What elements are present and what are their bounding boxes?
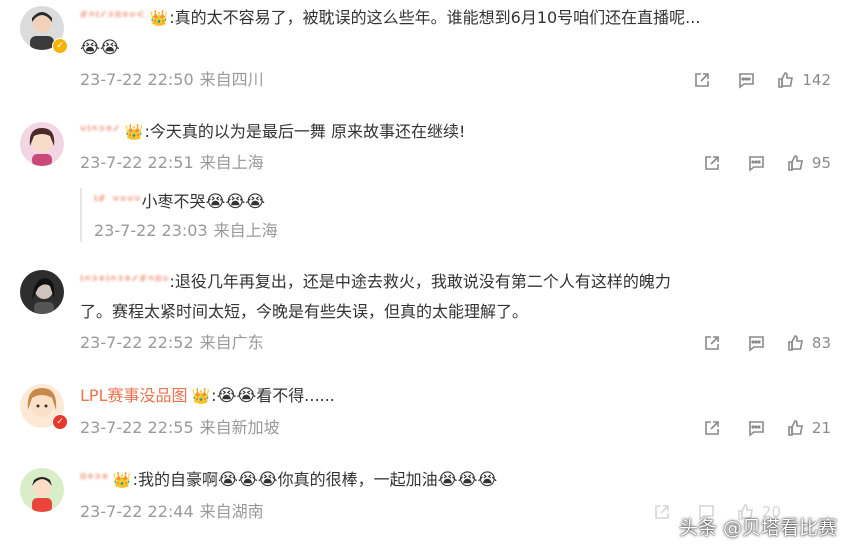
timestamp: 23-7-22 23:03 bbox=[94, 221, 208, 240]
comment-text: 你真的很棒，一起加油 bbox=[277, 470, 438, 489]
comment-text: 看不得...... bbox=[256, 386, 335, 405]
share-icon[interactable] bbox=[640, 500, 684, 524]
comment-text: :今天真的以为是最后一舞 原来故事还在继续! bbox=[144, 122, 466, 141]
like-icon bbox=[788, 420, 803, 436]
verified-icon: ✓ bbox=[52, 38, 68, 54]
reply-text: 小枣不哭 bbox=[141, 192, 206, 211]
like-count: 21 bbox=[811, 419, 831, 437]
comment-text: :我的自豪啊 bbox=[132, 470, 218, 489]
emoji: 😭😭😭 bbox=[205, 192, 266, 212]
username[interactable]: ᐦᐤᐣᐤ bbox=[80, 466, 109, 494]
comment-meta: 23-7-22 22:44 来自湖南 bbox=[80, 501, 270, 523]
watermark: 头条 @贝塔看比赛 bbox=[678, 517, 837, 539]
emoji: 😭😭😭 bbox=[218, 470, 278, 490]
comment-icon[interactable] bbox=[734, 331, 778, 355]
comment-meta: 23-7-22 22:50 来自四川 bbox=[80, 69, 270, 91]
timestamp: 23-7-22 22:52 bbox=[80, 333, 194, 352]
like-button[interactable]: 95 bbox=[778, 151, 831, 175]
emoji: 😭😭 bbox=[80, 38, 120, 58]
comment-actions: 83 bbox=[690, 331, 831, 355]
reply-meta: 23-7-22 23:03 来自上海 bbox=[94, 220, 284, 242]
timestamp: 23-7-22 22:55 bbox=[80, 418, 194, 437]
comment-icon[interactable] bbox=[734, 416, 778, 440]
like-count: 142 bbox=[802, 71, 831, 89]
comment-meta: 23-7-22 22:51 来自上海 bbox=[80, 152, 270, 174]
location: 来自四川 bbox=[199, 70, 264, 89]
like-button[interactable]: 83 bbox=[778, 331, 831, 355]
comment-actions: 95 bbox=[690, 151, 831, 175]
crown-icon: 👑 bbox=[124, 123, 144, 141]
username[interactable]: ᐡᑊᐢᐣᐤᐟ bbox=[80, 118, 121, 146]
share-icon[interactable] bbox=[690, 151, 734, 175]
share-icon[interactable] bbox=[680, 68, 724, 92]
comment-actions: 142 bbox=[680, 68, 831, 92]
like-count: 83 bbox=[811, 334, 831, 352]
comment-text: :真的太不容易了，被耽误的这么些年。谁能想到6月10号咱们还在直播呢... bbox=[169, 8, 701, 27]
comment-meta: 23-7-22 22:55 来自新加坡 bbox=[80, 417, 286, 439]
crown-icon: 👑 bbox=[112, 471, 132, 489]
location: 来自上海 bbox=[213, 221, 278, 240]
comment-text: :退役几年再复出，还是中途去救火，我敢说没有第二个人有这样的魄力 bbox=[169, 272, 671, 291]
crown-icon: 👑 bbox=[149, 9, 169, 27]
like-count: 95 bbox=[811, 154, 831, 172]
share-icon[interactable] bbox=[690, 331, 734, 355]
timestamp: 23-7-22 22:51 bbox=[80, 153, 194, 172]
location: 来自上海 bbox=[199, 153, 264, 172]
reply-username[interactable]: ᑊᐥ ᐡᐡᐡᐡ bbox=[94, 188, 142, 216]
location: 来自湖南 bbox=[199, 502, 264, 521]
username[interactable]: ᐥᐢᑊᐟᐣᐦᐤᐡᑉ bbox=[80, 4, 146, 32]
like-icon bbox=[788, 335, 803, 351]
avatar[interactable] bbox=[20, 122, 64, 166]
comment-icon[interactable] bbox=[724, 68, 768, 92]
comment-meta: 23-7-22 22:52 来自广东 bbox=[80, 332, 270, 354]
comment-icon[interactable] bbox=[734, 151, 778, 175]
timestamp: 23-7-22 22:44 bbox=[80, 502, 194, 521]
share-icon[interactable] bbox=[690, 416, 734, 440]
like-icon bbox=[778, 72, 794, 88]
emoji: 😭😭 bbox=[216, 386, 257, 406]
location: 来自新加坡 bbox=[199, 418, 280, 437]
timestamp: 23-7-22 22:50 bbox=[80, 70, 194, 89]
avatar[interactable] bbox=[20, 270, 64, 314]
like-button[interactable]: 142 bbox=[768, 68, 831, 92]
reply-item: ᑊᐥ ᐡᐡᐡᐡ小枣不哭😭😭😭 23-7-22 23:03 来自上海 bbox=[80, 188, 284, 242]
location: 来自广东 bbox=[199, 333, 264, 352]
like-button[interactable]: 21 bbox=[778, 416, 831, 440]
username[interactable]: LPL赛事没品图 bbox=[80, 382, 187, 410]
emoji: 😭😭😭 bbox=[437, 470, 498, 490]
verified-icon: ✓ bbox=[52, 414, 68, 430]
username[interactable]: ᑊᐢᐣᐤᑊᐢᐣᐤᐟᐥᐢᐦᐡ bbox=[80, 268, 169, 296]
like-icon bbox=[788, 155, 803, 171]
avatar[interactable] bbox=[20, 468, 64, 512]
comment-actions: 21 bbox=[690, 416, 831, 440]
comment-text: 了。赛程太紧时间太短，今晚是有些失误，但真的太能理解了。 bbox=[80, 302, 529, 321]
crown-icon: 👑 bbox=[191, 387, 211, 405]
